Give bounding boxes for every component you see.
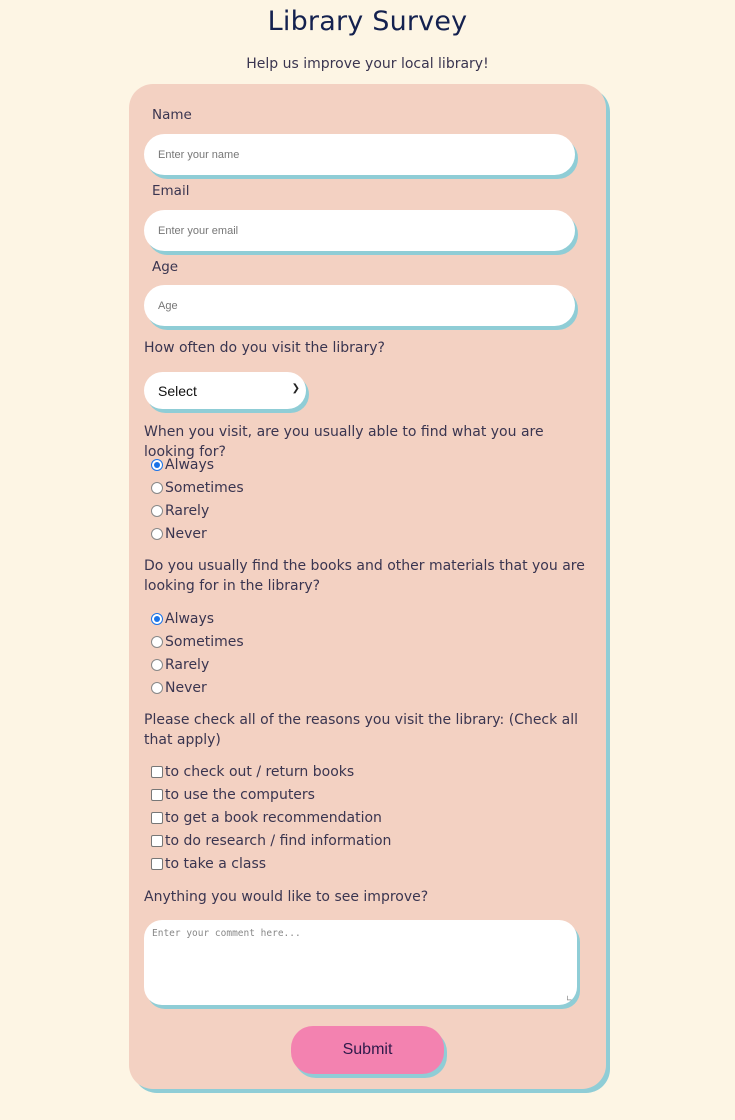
page-subtitle: Help us improve your local library! (246, 56, 489, 72)
checkbox[interactable] (151, 766, 163, 778)
option-label: to use the computers (165, 787, 315, 803)
comment-textarea[interactable] (144, 920, 577, 1005)
option-label: Never (165, 680, 207, 696)
option-label: to check out / return books (165, 764, 355, 780)
reason-option[interactable]: to use the computers (151, 786, 315, 804)
visit-frequency-select[interactable]: Select ❯ (144, 372, 306, 409)
checkbox[interactable] (151, 789, 163, 801)
select-value: Select (158, 382, 197, 399)
email-label: Email (152, 183, 190, 199)
reason-option[interactable]: to get a book recommendation (151, 809, 382, 827)
radio-button[interactable] (151, 659, 163, 671)
radio-button[interactable] (151, 528, 163, 540)
option-label: Sometimes (165, 634, 244, 650)
find-materials-option[interactable]: Sometimes (151, 633, 244, 651)
radio-button[interactable] (151, 505, 163, 517)
find-what-option[interactable]: Rarely (151, 502, 209, 520)
option-label: to take a class (165, 856, 267, 872)
find-materials-option[interactable]: Always (151, 610, 214, 628)
visit-frequency-question: How often do you visit the library? (144, 340, 385, 356)
name-label: Name (152, 107, 192, 123)
option-label: Rarely (165, 503, 210, 519)
find-materials-question: Do you usually find the books and other … (144, 558, 585, 594)
find-materials-option[interactable]: Rarely (151, 656, 209, 674)
name-input[interactable] (144, 134, 575, 175)
radio-button[interactable] (151, 682, 163, 694)
find-what-option[interactable]: Sometimes (151, 479, 244, 497)
radio-button[interactable] (151, 482, 163, 494)
checkbox[interactable] (151, 812, 163, 824)
find-what-option[interactable]: Always (151, 456, 214, 474)
option-label: to get a book recommendation (165, 810, 382, 826)
page-title: Library Survey (267, 6, 468, 37)
find-materials-option[interactable]: Never (151, 679, 207, 697)
survey-form: Name Email Age How often do you visit th… (129, 84, 606, 1089)
option-label: Sometimes (165, 480, 244, 496)
submit-button[interactable]: Submit (291, 1026, 444, 1074)
option-label: Always (165, 457, 215, 473)
checkbox[interactable] (151, 835, 163, 847)
age-input[interactable] (144, 285, 575, 326)
radio-button[interactable] (151, 459, 163, 471)
reason-option[interactable]: to take a class (151, 855, 266, 873)
improve-question: Anything you would like to see improve? (144, 889, 429, 905)
reason-option[interactable]: to do research / find information (151, 832, 391, 850)
option-label: to do research / find information (165, 833, 392, 849)
checkbox[interactable] (151, 858, 163, 870)
chevron-down-icon: ❯ (291, 383, 300, 394)
option-label: Never (165, 526, 207, 542)
age-label: Age (152, 259, 179, 275)
find-what-option[interactable]: Never (151, 525, 207, 543)
radio-button[interactable] (151, 613, 163, 625)
email-input[interactable] (144, 210, 575, 251)
option-label: Rarely (165, 657, 210, 673)
option-label: Always (165, 611, 215, 627)
reasons-question: Please check all of the reasons you visi… (144, 712, 579, 748)
radio-button[interactable] (151, 636, 163, 648)
resize-grip-icon[interactable]: ∟ (566, 994, 573, 1003)
reason-option[interactable]: to check out / return books (151, 763, 354, 781)
